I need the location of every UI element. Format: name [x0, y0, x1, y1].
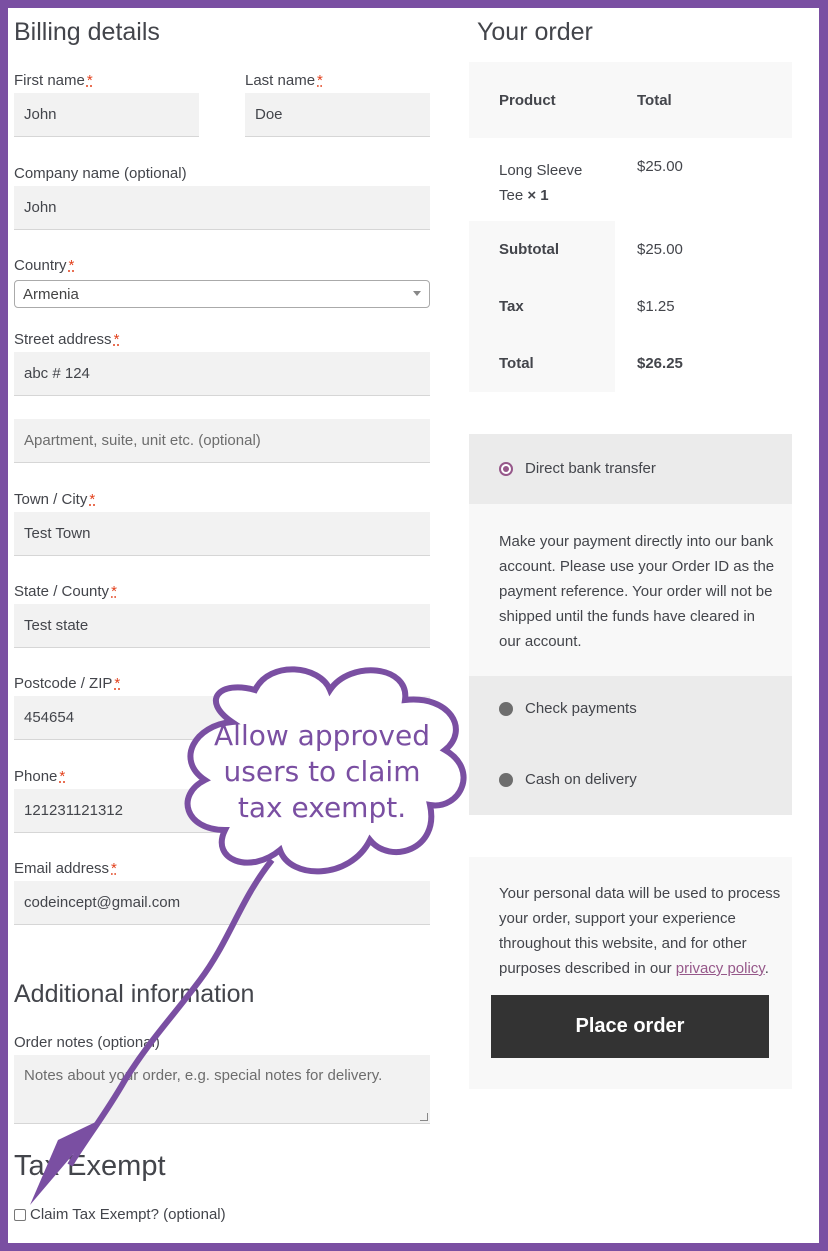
annotation-text: Allow approved users to claim tax exempt… [214, 719, 430, 824]
annotation-callout [30, 666, 467, 1205]
annotation-arrow-line [67, 858, 275, 1167]
